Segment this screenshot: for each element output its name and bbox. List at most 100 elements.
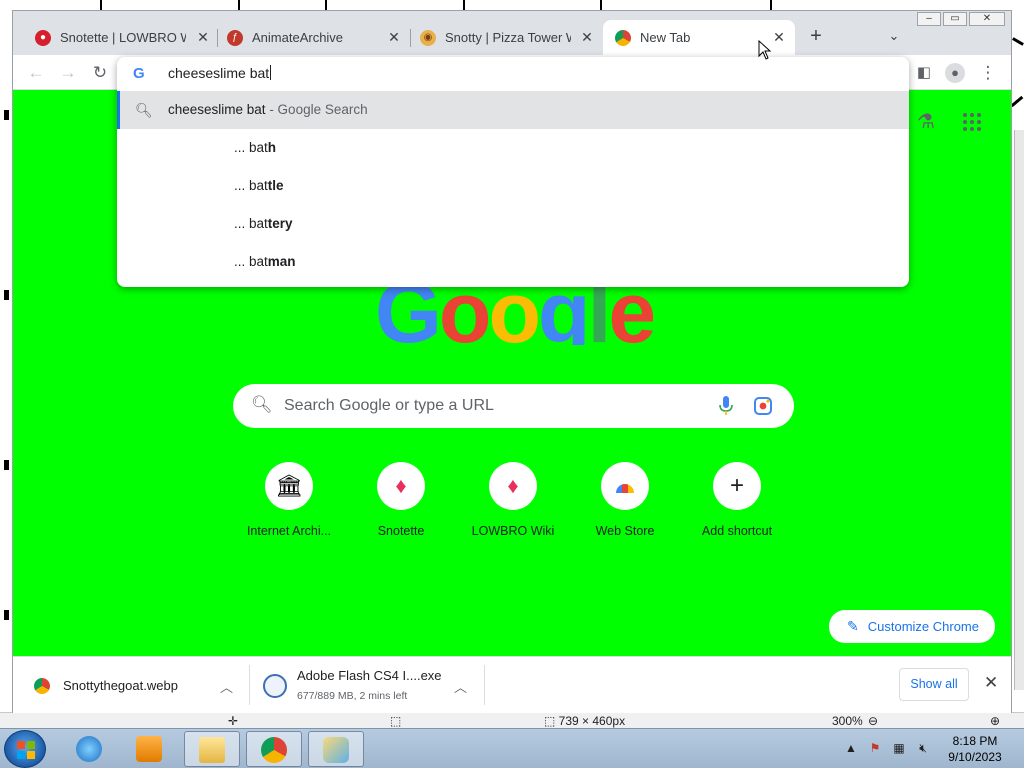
flash-icon: ƒ <box>227 29 243 46</box>
mouse-cursor-icon <box>758 40 772 60</box>
paint-icon <box>323 737 349 763</box>
taskbar-media-player[interactable] <box>122 731 178 767</box>
back-arrow-icon[interactable]: ← <box>25 62 47 84</box>
suggestion-item[interactable]: ... batman <box>117 243 909 281</box>
chevron-up-icon[interactable]: ︿ <box>454 677 467 696</box>
fandom-flame-icon: ♦ <box>377 462 425 510</box>
zoom-in-icon[interactable]: ⊕ <box>990 714 1000 728</box>
suggestion-text: ... battery <box>234 216 293 231</box>
omnibox-dropdown: G cheeseslime bat 🔍︎ cheeseslime bat - G… <box>117 57 909 287</box>
customize-label: Customize Chrome <box>867 619 979 634</box>
ntp-search-box[interactable]: 🔍︎ Search Google or type a URL <box>233 384 794 428</box>
taskbar-explorer[interactable] <box>184 731 240 767</box>
profile-avatar-icon[interactable]: ● <box>945 63 965 83</box>
shortcut-lowbro-wiki[interactable]: ♦ LOWBRO Wiki <box>457 462 569 538</box>
shortcut-snotette[interactable]: ♦ Snotette <box>345 462 457 538</box>
shortcut-label: Internet Archi... <box>246 524 332 538</box>
system-clock[interactable]: 8:18 PM 9/10/2023 <box>942 733 1008 765</box>
suggestion-item[interactable]: ... bath <box>117 129 909 167</box>
close-icon[interactable]: ✕ <box>771 29 787 46</box>
kebab-menu-icon[interactable]: ⋮ <box>977 62 999 84</box>
suggestion-text: cheeseslime bat - Google Search <box>168 102 368 117</box>
suggestion-search[interactable]: 🔍︎ cheeseslime bat - Google Search <box>117 91 909 129</box>
search-icon: 🔍︎ <box>251 395 273 414</box>
canvas-doodle <box>1012 37 1024 46</box>
suggestion-item[interactable]: ... battle <box>117 167 909 205</box>
suggestion-text: ... bath <box>234 140 277 155</box>
download-name: Snottythegoat.webp <box>63 678 178 693</box>
network-icon[interactable]: ▦ <box>892 741 906 755</box>
side-panel-icon[interactable]: ◧ <box>913 62 935 84</box>
clock-date: 9/10/2023 <box>948 750 1002 764</box>
chrome-icon <box>261 737 287 763</box>
shortcut-label: Snotette <box>377 524 425 538</box>
maximize-button[interactable]: ▭ <box>943 12 967 26</box>
chevron-up-icon[interactable]: ︿ <box>220 677 233 696</box>
minimize-button[interactable]: – <box>917 12 941 26</box>
new-tab-button[interactable]: + <box>805 25 827 47</box>
google-g-icon: G <box>133 65 145 82</box>
labs-flask-icon[interactable]: ⚗ <box>917 109 935 134</box>
webstore-icon <box>601 462 649 510</box>
shortcut-internet-archive[interactable]: 🏛︎ Internet Archi... <box>233 462 345 538</box>
taskbar-chrome[interactable] <box>246 731 302 767</box>
start-button[interactable] <box>4 730 46 768</box>
reload-icon[interactable]: ↻ <box>89 62 111 84</box>
download-progress-icon <box>263 674 287 698</box>
search-icon: 🔍︎ <box>135 102 153 118</box>
canvas-doodle <box>4 290 9 300</box>
action-center-icon[interactable]: ⚑ <box>868 741 882 755</box>
clock-time: 8:18 PM <box>952 734 998 748</box>
folder-icon <box>199 737 225 763</box>
tab-search-chevron-icon[interactable]: ⌄ <box>883 25 905 47</box>
canvas-doodle <box>1010 95 1024 108</box>
shortcut-label: LOWBRO Wiki <box>471 524 555 538</box>
close-icon[interactable]: ✕ <box>984 673 998 693</box>
apps-grid-icon[interactable] <box>963 113 981 131</box>
chrome-icon <box>34 678 50 694</box>
show-all-button[interactable]: Show all <box>899 668 969 701</box>
zoom-out-icon[interactable]: ⊖ <box>868 714 878 728</box>
close-window-button[interactable]: ✕ <box>969 12 1005 26</box>
shortcut-label: Web Store <box>595 524 655 538</box>
customize-chrome-button[interactable]: ✎ Customize Chrome <box>829 610 995 643</box>
tab-title: Snotette | LOWBRO Wiki <box>60 30 186 45</box>
omnibox-input[interactable]: G cheeseslime bat <box>117 57 909 89</box>
paint-scrollbar[interactable] <box>1014 130 1024 690</box>
download-shelf: Snottythegoat.webp ︿ Adobe Flash CS4 I..… <box>13 656 1011 713</box>
microphone-icon[interactable] <box>719 396 733 416</box>
show-hidden-icons-icon[interactable]: ▲ <box>844 741 858 755</box>
suggestion-item[interactable]: ... battery <box>117 205 909 243</box>
shortcut-label: Add shortcut <box>701 524 773 538</box>
tab-strip: ● Snotette | LOWBRO Wiki ✕ ƒ AnimateArch… <box>13 11 1011 55</box>
paint-status-bar: ✛ ⬚ ⬚ 739 × 460px 300% ⊖ ⊕ <box>0 712 1024 728</box>
taskbar-ie[interactable] <box>62 731 118 767</box>
taskbar-paint[interactable] <box>308 731 364 767</box>
tab-title: New Tab <box>640 30 691 45</box>
tab-snotty[interactable]: ◉ Snotty | Pizza Tower Wiki ✕ <box>410 20 603 55</box>
download-item[interactable]: Snottythegoat.webp ︿ <box>13 657 249 714</box>
canvas-doodle <box>4 610 9 620</box>
canvas-size-text: ⬚ 739 × 460px <box>544 714 626 728</box>
close-icon[interactable]: ✕ <box>195 29 211 46</box>
download-item[interactable]: Adobe Flash CS4 I....exe 677/889 MB, 2 m… <box>250 657 484 714</box>
omnibox-text[interactable]: cheeseslime bat <box>168 65 272 81</box>
download-name: Adobe Flash CS4 I....exe <box>297 668 442 683</box>
close-icon[interactable]: ✕ <box>386 29 402 46</box>
tab-title: Snotty | Pizza Tower Wiki <box>445 30 571 45</box>
chrome-window: ● Snotette | LOWBRO Wiki ✕ ƒ AnimateArch… <box>12 10 1012 713</box>
volume-muted-icon[interactable]: 🔇︎ <box>916 741 930 755</box>
pizza-icon: ◉ <box>420 29 436 46</box>
google-lens-icon[interactable] <box>754 397 772 415</box>
tab-animatearchive[interactable]: ƒ AnimateArchive ✕ <box>217 20 410 55</box>
fandom-flame-icon: ♦ <box>489 462 537 510</box>
archive-icon: 🏛︎ <box>265 462 313 510</box>
close-icon[interactable]: ✕ <box>579 29 595 46</box>
forward-arrow-icon[interactable]: → <box>57 62 79 84</box>
pencil-icon: ✎ <box>847 618 859 634</box>
shortcut-add[interactable]: + Add shortcut <box>681 462 793 538</box>
tab-snotette[interactable]: ● Snotette | LOWBRO Wiki ✕ <box>21 20 219 55</box>
shortcut-web-store[interactable]: Web Store <box>569 462 681 538</box>
canvas-doodle <box>4 460 9 470</box>
zoom-level-text: 300% <box>832 714 863 728</box>
